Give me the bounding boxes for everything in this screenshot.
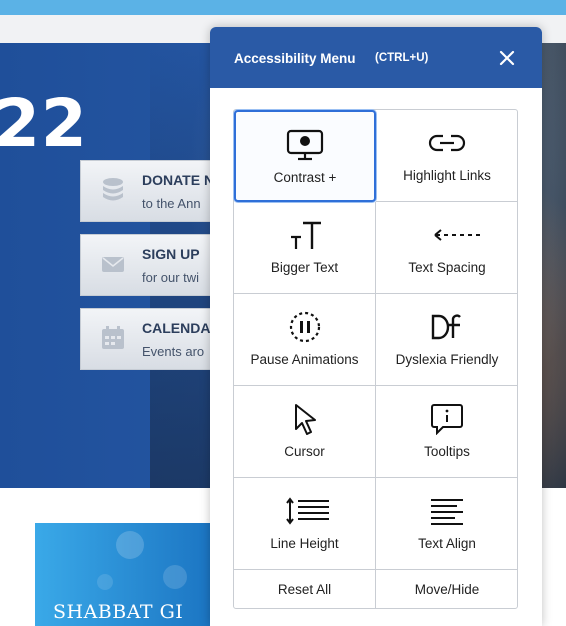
bigger-text-tile[interactable]: Bigger Text (234, 202, 376, 294)
accessibility-menu: Accessibility Menu (CTRL+U) Contrast + H… (210, 27, 542, 626)
donate-card-subtitle: to the Ann (142, 196, 201, 211)
line-height-tile[interactable]: Line Height (234, 478, 376, 570)
coins-icon (103, 178, 123, 201)
info-bubble-icon (431, 404, 463, 435)
banner-text: SHABBAT GI (53, 601, 184, 623)
donate-card[interactable]: DONATE N to the Ann (80, 160, 230, 222)
banner-decoration (97, 531, 187, 590)
calendar-card-subtitle: Events aro (142, 344, 205, 359)
contrast-label: Contrast + (273, 170, 337, 185)
text-align-tile[interactable]: Text Align (376, 478, 518, 570)
tooltips-tile[interactable]: Tooltips (376, 386, 518, 478)
menu-grid: Contrast + Highlight Links Bigger Text T… (233, 109, 518, 609)
calendar-card[interactable]: CALENDA Events aro (80, 308, 230, 370)
envelope-icon (102, 257, 124, 272)
text-spacing-label: Text Spacing (408, 260, 486, 275)
tooltips-label: Tooltips (424, 444, 470, 459)
calendar-card-title: CALENDA (142, 320, 211, 336)
shabbat-banner[interactable]: SHABBAT GI (35, 523, 215, 626)
pause-icon (289, 311, 320, 343)
reset-all-button[interactable]: Reset All (234, 570, 376, 609)
text-spacing-tile[interactable]: Text Spacing (376, 202, 518, 294)
menu-header: Accessibility Menu (CTRL+U) (210, 27, 542, 88)
dyslexia-friendly-label: Dyslexia Friendly (395, 352, 499, 367)
text-align-label: Text Align (418, 536, 476, 551)
dyslexia-friendly-tile[interactable]: Dyslexia Friendly (376, 294, 518, 386)
arrows-horizontal-icon (434, 229, 482, 241)
cursor-label: Cursor (284, 444, 325, 459)
signup-card[interactable]: SIGN UP for our twi (80, 234, 230, 296)
highlight-links-label: Highlight Links (403, 168, 491, 183)
signup-card-subtitle: for our twi (142, 270, 200, 285)
contrast-tile[interactable]: Contrast + (234, 110, 376, 202)
menu-shortcut: (CTRL+U) (375, 52, 429, 64)
cursor-tile[interactable]: Cursor (234, 386, 376, 478)
close-icon[interactable] (496, 47, 518, 69)
pause-animations-tile[interactable]: Pause Animations (234, 294, 376, 386)
monitor-icon (286, 129, 324, 161)
link-icon (428, 134, 466, 152)
donate-card-title: DONATE N (142, 172, 215, 188)
move-hide-button[interactable]: Move/Hide (376, 570, 518, 609)
menu-title: Accessibility Menu (234, 51, 356, 66)
line-height-icon (285, 497, 329, 525)
bigger-text-label: Bigger Text (270, 260, 339, 275)
cursor-icon (294, 404, 316, 435)
pause-animations-label: Pause Animations (250, 352, 359, 367)
top-strip (0, 0, 566, 15)
text-size-icon (290, 221, 321, 249)
text-align-icon (431, 499, 463, 525)
line-height-label: Line Height (270, 536, 339, 551)
calendar-icon (102, 326, 124, 349)
hero-year: 22 (0, 85, 88, 162)
highlight-links-tile[interactable]: Highlight Links (376, 110, 518, 202)
dyslexia-font-icon (431, 314, 461, 340)
signup-card-title: SIGN UP (142, 246, 200, 262)
